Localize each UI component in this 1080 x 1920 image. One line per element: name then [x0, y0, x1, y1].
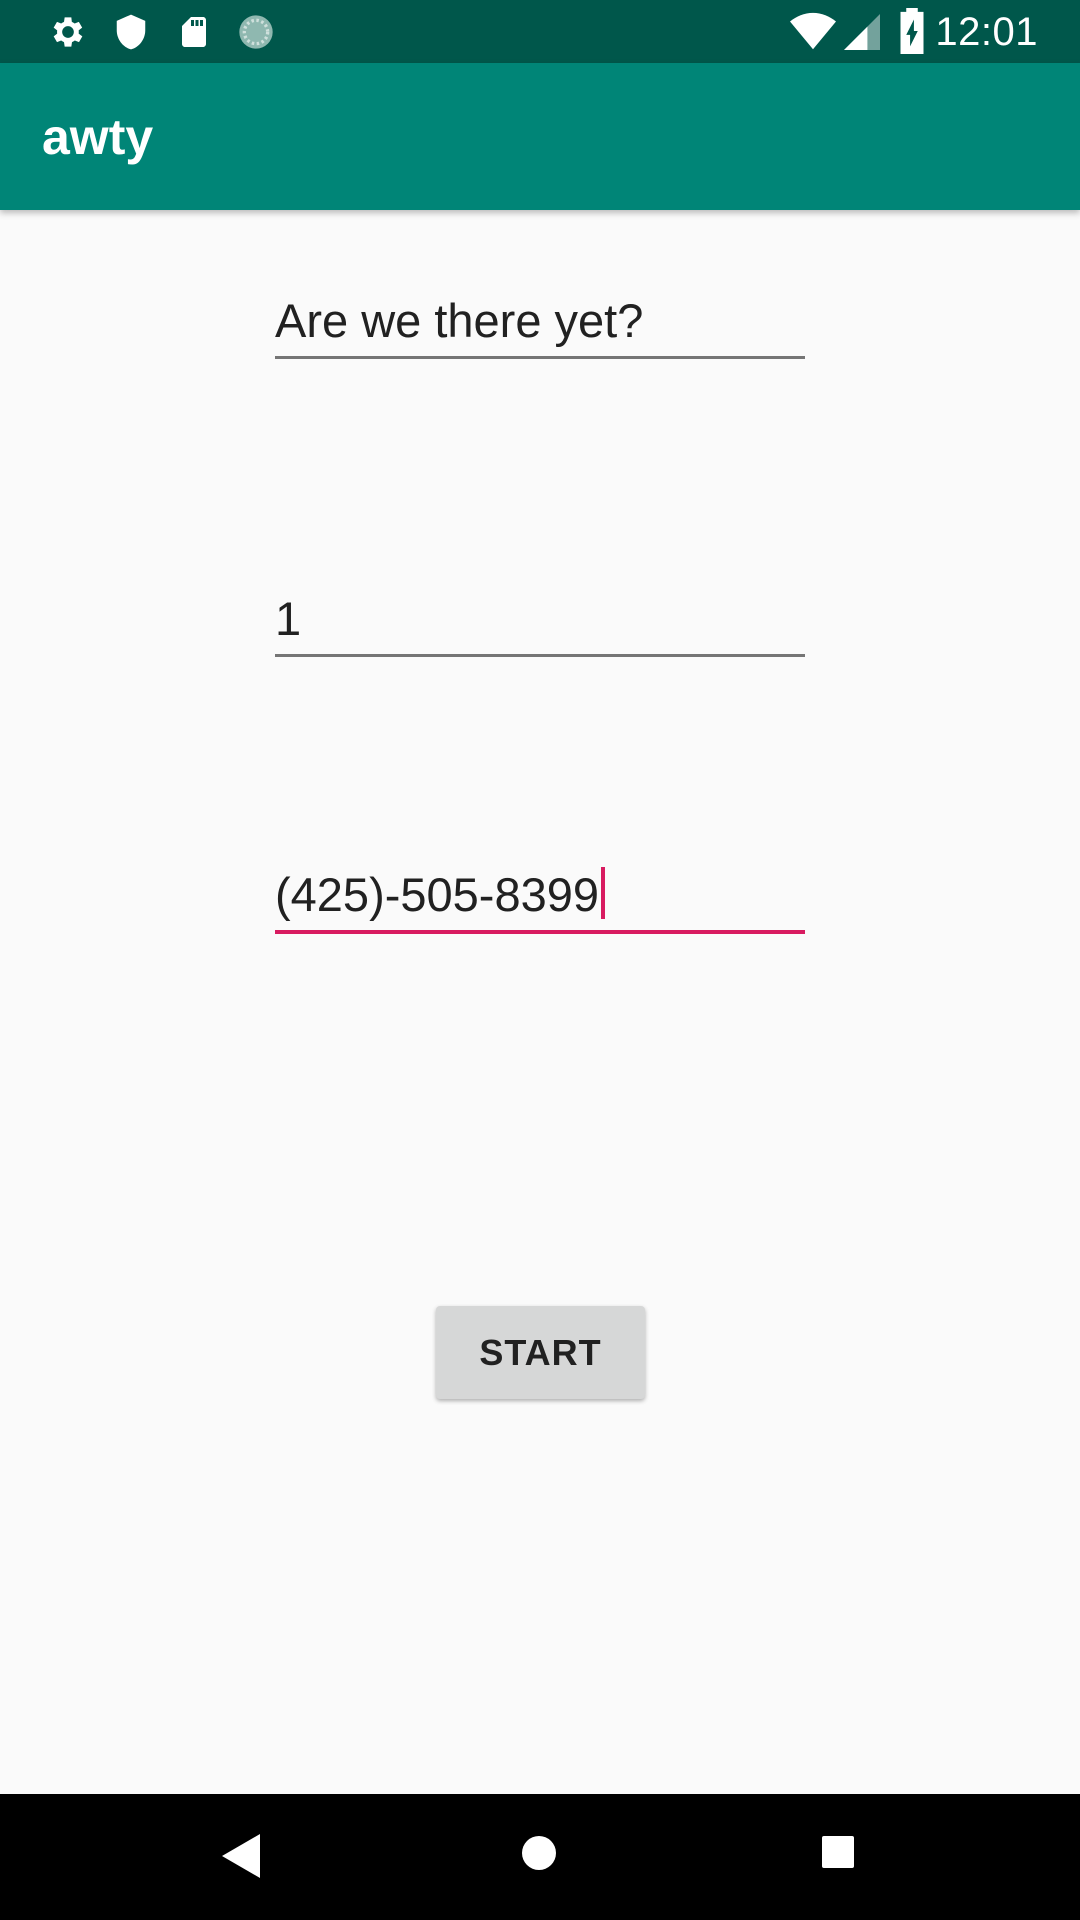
interval-field[interactable]: 1	[275, 584, 805, 657]
text-cursor	[601, 867, 605, 919]
phone-field-value: (425)-505-8399	[275, 868, 599, 921]
gear-icon	[53, 17, 83, 47]
sync-icon	[239, 15, 273, 49]
status-bar: 12:01	[0, 0, 1080, 63]
wifi-icon	[790, 12, 836, 50]
navigation-bar	[0, 1794, 1080, 1920]
interval-field-value: 1	[275, 592, 302, 645]
battery-charging-icon	[900, 8, 924, 54]
recents-icon[interactable]	[822, 1836, 854, 1868]
phone-field[interactable]: (425)-505-8399	[275, 860, 805, 934]
message-field[interactable]: Are we there yet?	[275, 286, 805, 359]
sd-card-icon	[182, 17, 206, 47]
start-button[interactable]: START	[436, 1306, 645, 1399]
shield-icon	[116, 14, 146, 50]
home-icon[interactable]	[521, 1835, 557, 1871]
message-field-value: Are we there yet?	[275, 294, 644, 347]
app-title: awty	[42, 109, 154, 165]
app-bar: awty	[0, 63, 1080, 210]
back-icon[interactable]	[222, 1834, 260, 1878]
signal-icon	[844, 14, 880, 50]
status-time: 12:01	[935, 10, 1038, 54]
